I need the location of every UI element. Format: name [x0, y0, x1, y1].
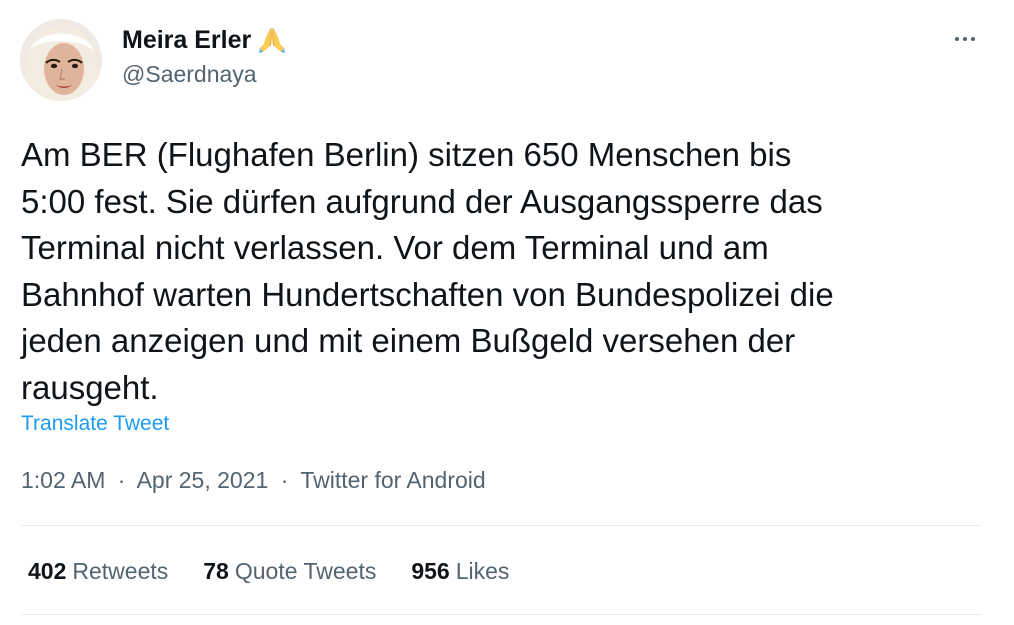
quote-tweets-count: 78 — [203, 558, 229, 584]
tweet-text: Am BER (Flughafen Berlin) sitzen 650 Men… — [21, 136, 834, 406]
retweets-label: Retweets — [72, 558, 169, 584]
more-options-icon[interactable] — [950, 24, 980, 54]
author-name-row[interactable]: Meira Erler — [122, 24, 287, 56]
tweet-meta: 1:02 AM · Apr 25, 2021 · Twitter for And… — [21, 465, 486, 495]
more-dot — [963, 37, 967, 41]
meta-separator: · — [117, 467, 126, 493]
avatar[interactable] — [20, 19, 102, 101]
user-handle[interactable]: @Saerdnaya — [122, 58, 287, 90]
author-block: Meira Erler @Saerdnaya — [122, 24, 287, 90]
retweets-count: 402 — [28, 558, 67, 584]
tweet-date[interactable]: Apr 25, 2021 — [137, 467, 269, 493]
tweet-stats: 402 Retweets 78 Quote Tweets 956 Likes — [28, 555, 509, 587]
meta-separator: · — [280, 467, 289, 493]
more-dot — [955, 37, 959, 41]
translate-tweet-link[interactable]: Translate Tweet — [21, 410, 169, 438]
quote-tweets-stat[interactable]: 78 Quote Tweets — [203, 555, 376, 587]
display-name[interactable]: Meira Erler — [122, 24, 251, 56]
divider — [21, 525, 982, 526]
tweet-card: Meira Erler @Saerdnaya Am BER (Flughafen… — [0, 0, 1014, 625]
quote-tweets-label: Quote Tweets — [234, 558, 377, 584]
tweet-time[interactable]: 1:02 AM — [21, 467, 105, 493]
tweet-source[interactable]: Twitter for Android — [300, 467, 485, 493]
likes-count: 956 — [411, 558, 450, 584]
more-dot — [971, 37, 975, 41]
avatar-image — [20, 19, 102, 101]
folded-hands-emoji-icon — [257, 26, 287, 54]
retweets-stat[interactable]: 402 Retweets — [28, 555, 168, 587]
divider — [21, 614, 982, 615]
likes-stat[interactable]: 956 Likes — [411, 555, 509, 587]
likes-label: Likes — [455, 558, 510, 584]
